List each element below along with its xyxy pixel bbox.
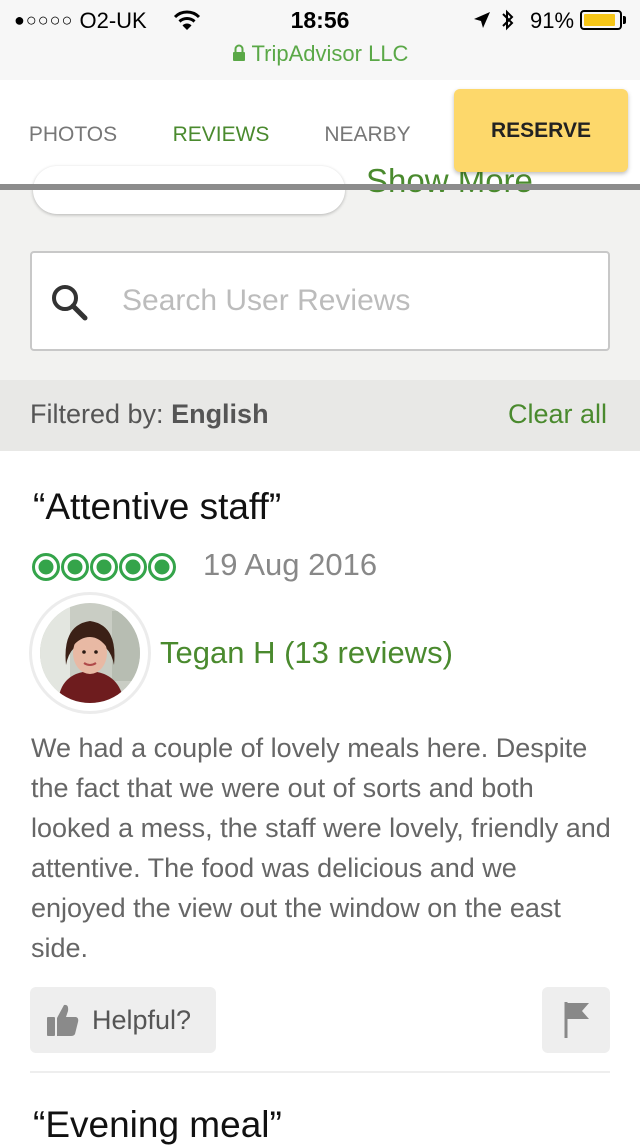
- rating-bubble-fill: [38, 559, 54, 575]
- tab-photos[interactable]: PHOTOS: [20, 123, 126, 147]
- rating-bubbles: [32, 553, 176, 581]
- bluetooth-icon: [502, 9, 514, 31]
- site-title: TripAdvisor LLC: [0, 41, 640, 67]
- location-arrow-icon: [474, 12, 490, 28]
- site-name: TripAdvisor LLC: [251, 41, 409, 66]
- review-body: We had a couple of lovely meals here. De…: [31, 733, 611, 963]
- rating-bubble-fill: [154, 559, 170, 575]
- tab-reviews[interactable]: REVIEWS: [155, 123, 287, 147]
- next-review-title[interactable]: “Evening meal”: [33, 1104, 282, 1146]
- battery-percent: 91%: [530, 8, 575, 33]
- review-date: 19 Aug 2016: [203, 547, 378, 582]
- reviewer-name[interactable]: Tegan H (13 reviews): [160, 635, 453, 671]
- thumbs-up-icon: [47, 1004, 79, 1036]
- review-divider: [30, 1071, 610, 1073]
- review-title[interactable]: “Attentive staff”: [33, 486, 281, 528]
- filter-prefix: Filtered by:: [30, 399, 172, 429]
- battery-nub: [623, 16, 626, 24]
- clear-all-link[interactable]: Clear all: [508, 399, 607, 430]
- filter-label: Filtered by: English: [30, 399, 269, 430]
- avatar[interactable]: [40, 603, 140, 703]
- tab-nearby[interactable]: NEARBY: [310, 123, 425, 147]
- flag-icon: [564, 1002, 589, 1038]
- lock-icon: [232, 44, 245, 61]
- rating-bubble-fill: [96, 559, 112, 575]
- battery-fill: [584, 14, 615, 26]
- rating-bubble-fill: [67, 559, 83, 575]
- tab-divider: [0, 184, 640, 190]
- filter-value: English: [171, 399, 269, 429]
- helpful-label: Helpful?: [92, 1005, 192, 1035]
- search-input[interactable]: [122, 279, 592, 323]
- rating-bubble-fill: [125, 559, 141, 575]
- reserve-button[interactable]: RESERVE: [454, 89, 628, 172]
- battery-icon: [580, 10, 622, 30]
- search-icon: [52, 285, 88, 321]
- sort-pill[interactable]: [33, 166, 345, 214]
